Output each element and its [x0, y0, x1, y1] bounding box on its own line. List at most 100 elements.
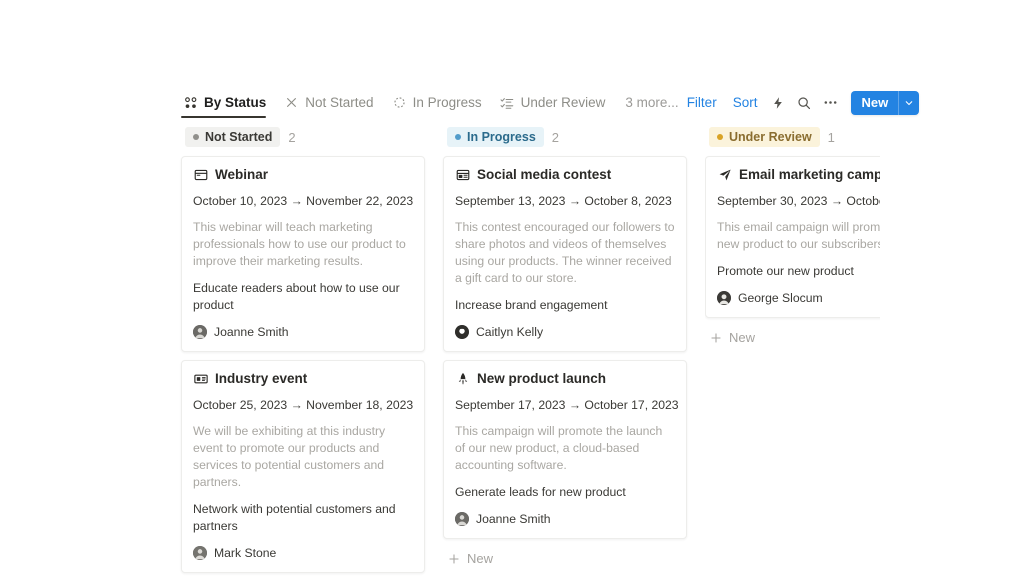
column-header: Under Review 1: [705, 126, 880, 148]
card-description: This contest encouraged our followers to…: [455, 220, 675, 285]
card-date-range: September 30, 2023 → October 20, 2023: [717, 194, 880, 208]
card-title-row: New product launch: [455, 371, 675, 387]
new-button-label: New: [861, 95, 889, 110]
card-date-range: October 10, 2023 → November 22, 2023: [193, 194, 414, 208]
card-title-row: Industry event: [193, 371, 413, 387]
column-count: 2: [288, 129, 296, 145]
board-group-icon: [183, 95, 198, 110]
card-goal: Promote our new product: [717, 264, 854, 278]
assignee-name: Caitlyn Kelly: [476, 325, 544, 339]
card-date-range: September 13, 2023 → October 8, 2023: [455, 194, 672, 208]
card-goal: Network with potential customers and par…: [193, 502, 396, 533]
card-list: Webinar October 10, 2023 → November 22, …: [181, 156, 443, 573]
status-dot: [717, 134, 723, 140]
plus-icon: [709, 331, 722, 344]
board-card[interactable]: Email marketing campaign September 30, 2…: [705, 156, 880, 318]
lightning-icon[interactable]: [765, 90, 791, 116]
status-badge[interactable]: Under Review: [709, 127, 820, 147]
view-tab-under-review[interactable]: Under Review: [498, 88, 614, 117]
view-tab-list: By Status Not Started In Progress Under …: [181, 88, 679, 118]
board-card[interactable]: Industry event October 25, 2023 → Novemb…: [181, 360, 425, 573]
news-article-icon: [455, 168, 470, 183]
card-title-row: Social media contest: [455, 167, 675, 183]
board-card[interactable]: New product launch September 17, 2023 → …: [443, 360, 687, 539]
add-new-card-button[interactable]: New: [443, 549, 705, 568]
status-badge[interactable]: Not Started: [185, 127, 281, 147]
sort-button[interactable]: Sort: [725, 95, 766, 110]
board-column-under-review: Under Review 1 Email marketing campaign: [705, 126, 880, 576]
card-goal: Increase brand engagement: [455, 298, 608, 312]
card-date-range: September 17, 2023 → October 17, 2023: [455, 398, 679, 412]
search-icon[interactable]: [791, 90, 817, 116]
card-goal: Generate leads for new product: [455, 485, 626, 499]
view-tab-in-progress[interactable]: In Progress: [390, 88, 490, 117]
add-new-card-button[interactable]: New: [705, 328, 880, 347]
add-new-label: New: [467, 551, 494, 566]
status-badge[interactable]: In Progress: [447, 127, 544, 147]
chevron-down-icon[interactable]: [899, 91, 919, 115]
assignee-name: Joanne Smith: [476, 512, 551, 526]
ellipsis-icon[interactable]: [817, 90, 843, 116]
status-badge-label: Under Review: [729, 129, 812, 144]
avatar: [193, 325, 207, 339]
card-assignee: Caitlyn Kelly: [455, 324, 675, 340]
view-tab-label: Not Started: [305, 94, 374, 110]
checklist-icon: [500, 95, 515, 110]
status-badge-label: Not Started: [205, 129, 273, 144]
more-views-button[interactable]: 3 more...: [625, 95, 678, 110]
assignee-name: Mark Stone: [214, 546, 277, 560]
column-count: 1: [827, 129, 835, 145]
card-list: Social media contest September 13, 2023 …: [443, 156, 705, 539]
assignee-name: George Slocum: [738, 291, 823, 305]
card-description: We will be exhibiting at this industry e…: [193, 424, 386, 489]
status-dot: [455, 134, 461, 140]
card-assignee: George Slocum: [717, 290, 880, 306]
board-card[interactable]: Webinar October 10, 2023 → November 22, …: [181, 156, 425, 352]
x-icon: [284, 95, 299, 110]
card-title: New product launch: [477, 371, 607, 386]
rocket-icon: [455, 372, 470, 387]
plus-icon: [447, 552, 460, 565]
card-assignee: Joanne Smith: [455, 511, 675, 527]
view-tab-label: In Progress: [412, 94, 482, 110]
column-header: Not Started 2: [181, 126, 443, 148]
filter-button[interactable]: Filter: [679, 95, 725, 110]
avatar: [455, 325, 469, 339]
card-assignee: Joanne Smith: [193, 324, 413, 340]
card-list: Email marketing campaign September 30, 2…: [705, 156, 880, 318]
kanban-board: Not Started 2 Webinar October 10, 2023 →…: [181, 126, 1024, 576]
view-tab-label: Under Review: [520, 94, 606, 110]
card-title-row: Webinar: [193, 167, 413, 183]
card-title: Social media contest: [477, 167, 612, 182]
column-header: In Progress 2: [443, 126, 705, 148]
dashed-circle-icon: [392, 95, 407, 110]
card-date-range: October 25, 2023 → November 18, 2023: [193, 398, 414, 412]
card-assignee: Mark Stone: [193, 545, 413, 561]
view-tab-by-status[interactable]: By Status: [181, 88, 274, 118]
status-dot: [193, 134, 199, 140]
view-tab-label: By Status: [204, 94, 267, 110]
browser-window-icon: [193, 168, 208, 183]
card-title-row: Email marketing campaign: [717, 167, 880, 183]
ticket-icon: [193, 372, 208, 387]
avatar: [717, 291, 731, 305]
toolbar-actions: Filter Sort New: [679, 88, 920, 117]
card-title: Industry event: [215, 371, 308, 386]
card-description: This email campaign will promote our new…: [717, 220, 880, 251]
new-button[interactable]: New: [851, 90, 920, 115]
notion-board-page: By Status Not Started In Progress Under …: [0, 0, 1024, 576]
card-goal: Educate readers about how to use our pro…: [193, 281, 400, 312]
card-description: This webinar will teach marketing profes…: [193, 220, 406, 268]
card-description: This campaign will promote the launch of…: [455, 424, 663, 472]
add-new-label: New: [729, 330, 756, 345]
board-card[interactable]: Social media contest September 13, 2023 …: [443, 156, 687, 352]
board-column-not-started: Not Started 2 Webinar October 10, 2023 →…: [181, 126, 443, 576]
card-title: Webinar: [215, 167, 269, 182]
paper-plane-icon: [717, 168, 732, 183]
column-count: 2: [551, 129, 560, 145]
avatar: [455, 512, 469, 526]
view-tab-not-started[interactable]: Not Started: [282, 88, 381, 117]
status-badge-label: In Progress: [467, 129, 536, 144]
board-column-in-progress: In Progress 2 Social media contest Septe…: [443, 126, 705, 576]
avatar: [193, 546, 207, 560]
